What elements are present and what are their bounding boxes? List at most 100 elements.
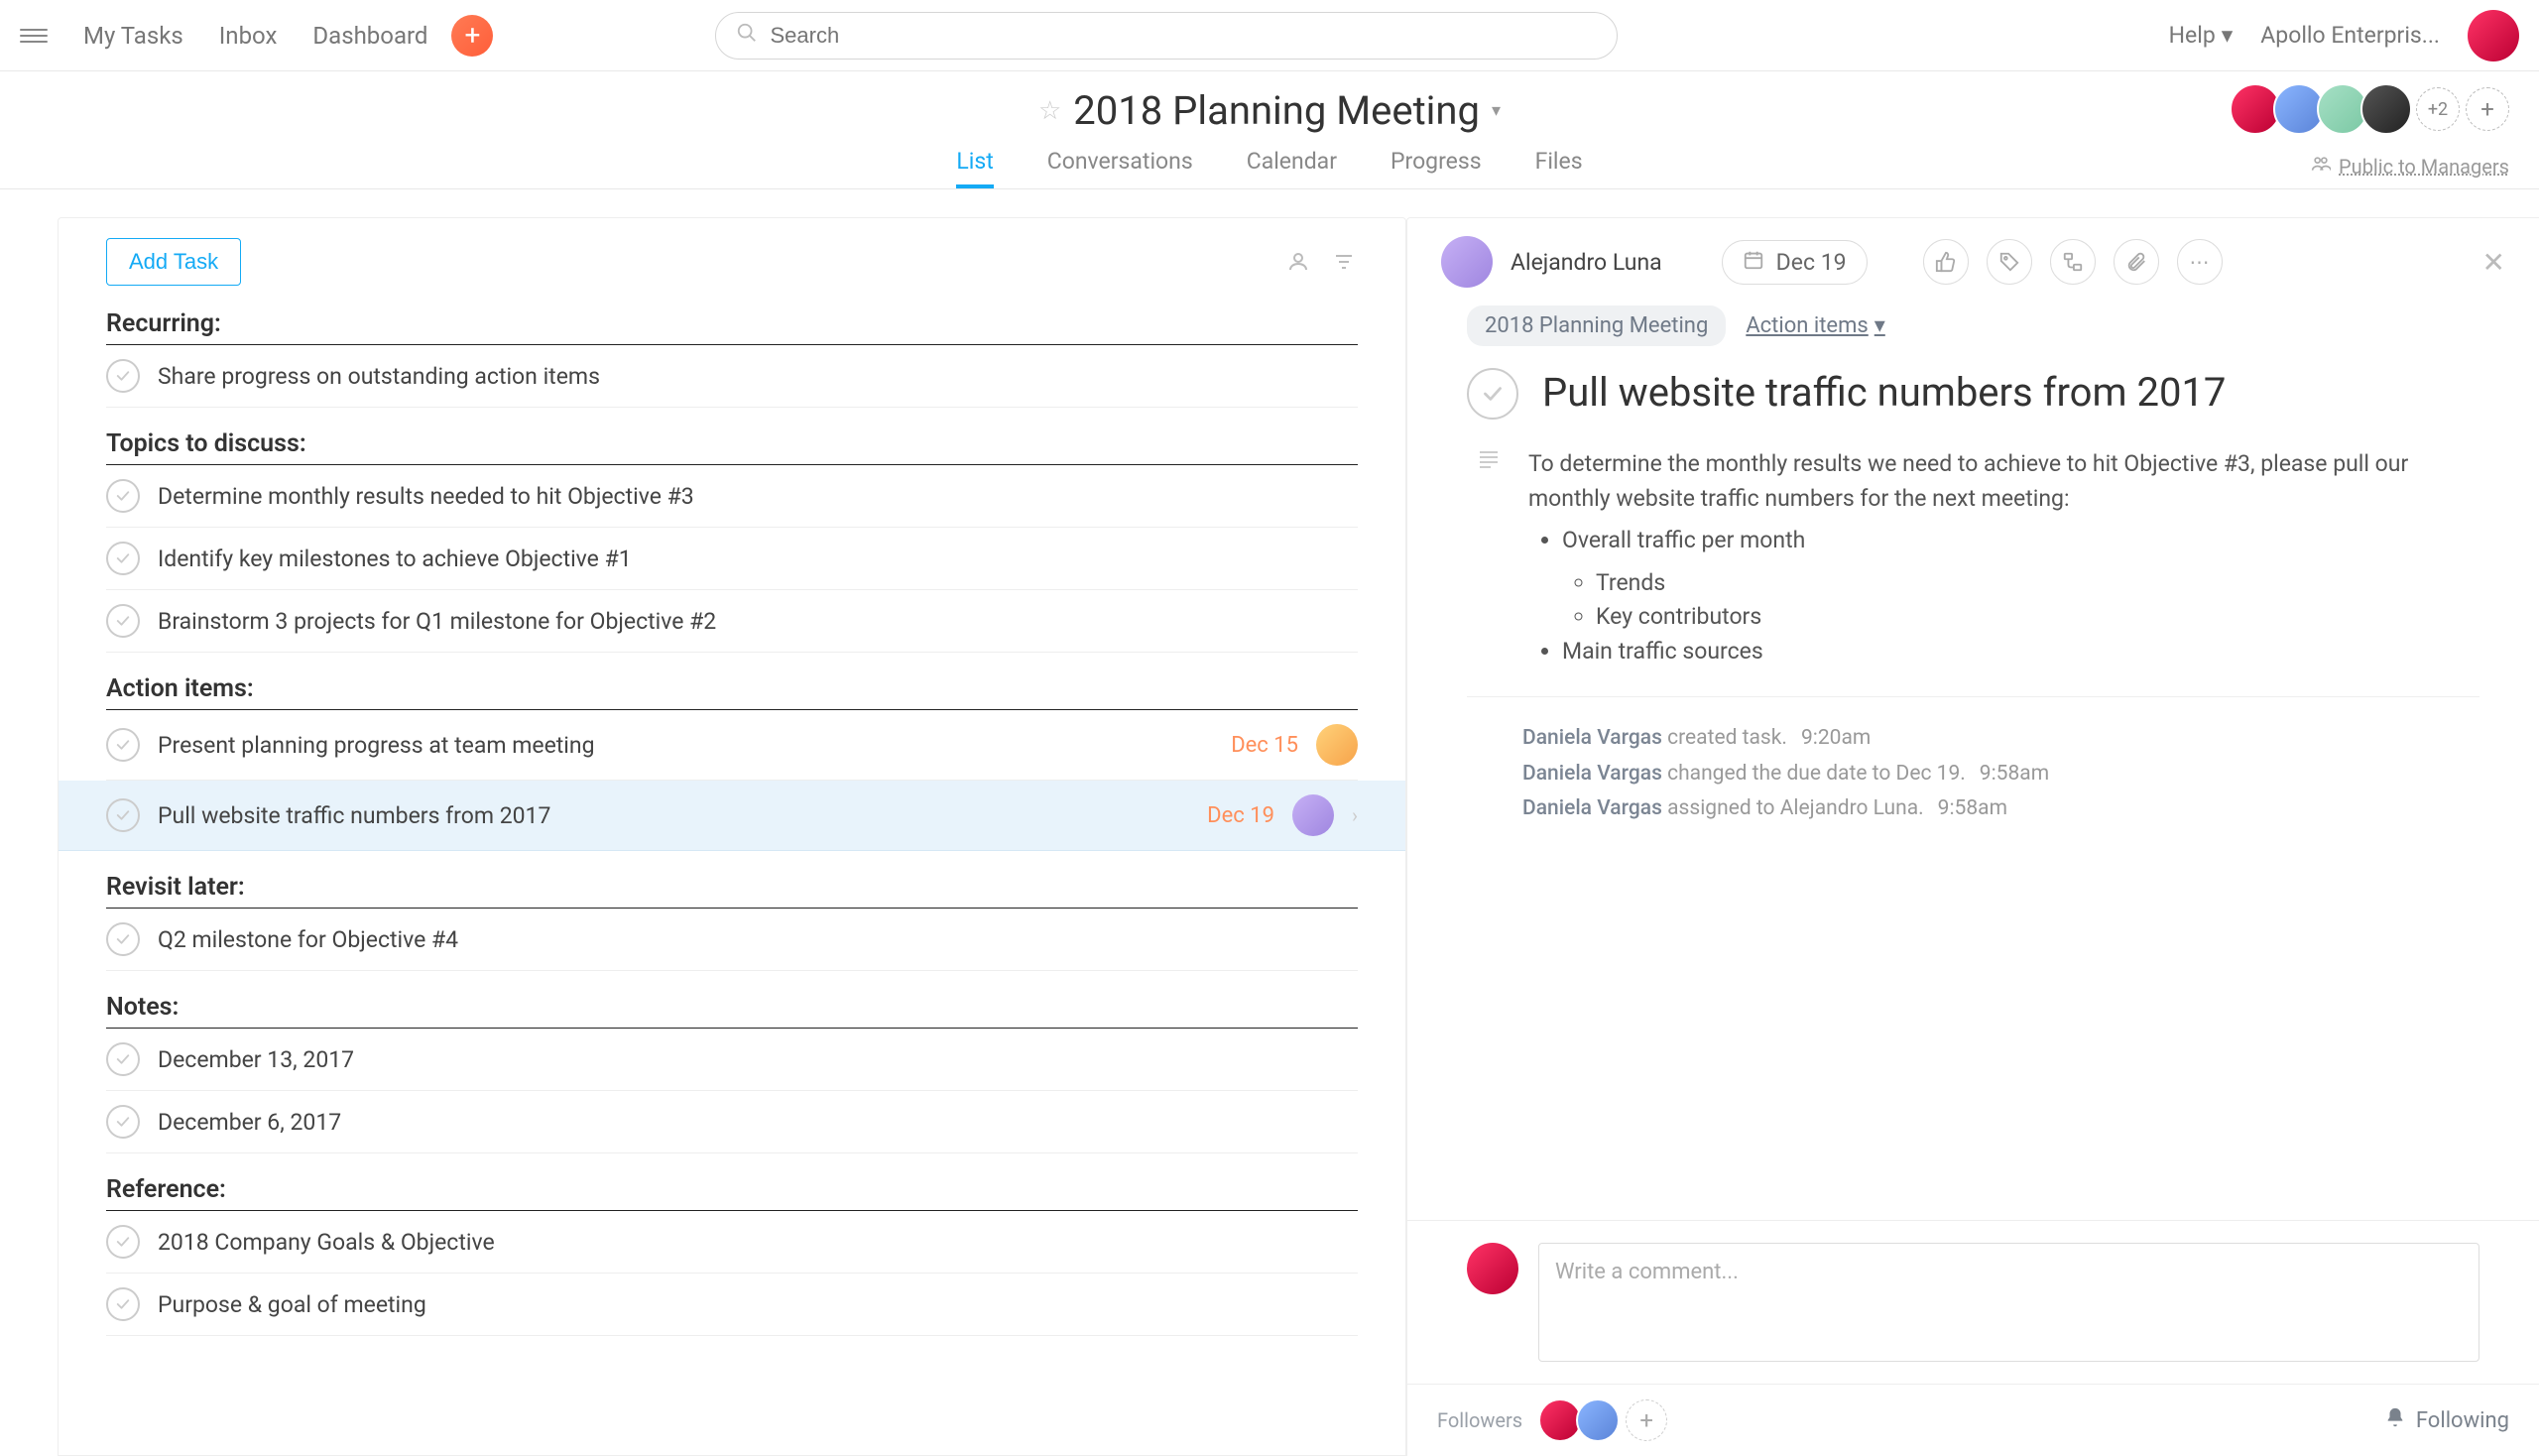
section-title[interactable]: Reference:: [106, 1175, 1358, 1211]
task-title-text: 2018 Company Goals & Objective: [158, 1229, 1358, 1256]
task-due-date: Dec 19: [1207, 803, 1274, 828]
comment-input[interactable]: Write a comment...: [1538, 1243, 2479, 1362]
org-name[interactable]: Apollo Enterpris...: [2260, 22, 2440, 49]
star-icon[interactable]: ☆: [1038, 96, 1061, 126]
task-check[interactable]: [106, 1042, 140, 1076]
due-date-chip[interactable]: Dec 19: [1722, 240, 1868, 285]
filter-icon[interactable]: [1330, 248, 1358, 276]
calendar-icon: [1743, 249, 1764, 275]
section-title[interactable]: Revisit later:: [106, 873, 1358, 909]
section-title[interactable]: Topics to discuss:: [106, 429, 1358, 465]
project-tabs: List Conversations Calendar Progress Fil…: [0, 148, 2539, 188]
tab-conversations[interactable]: Conversations: [1047, 148, 1193, 188]
task-check[interactable]: [106, 1225, 140, 1259]
activity-log: Daniela Vargas created task.9:20am Daniel…: [1467, 721, 2479, 827]
project-pill[interactable]: 2018 Planning Meeting: [1467, 305, 1726, 346]
task-row[interactable]: December 13, 2017: [106, 1029, 1358, 1091]
task-row[interactable]: Determine monthly results needed to hit …: [106, 465, 1358, 528]
add-task-button[interactable]: Add Task: [106, 238, 241, 286]
task-check[interactable]: [106, 479, 140, 513]
list-toolbar: Add Task: [106, 238, 1358, 286]
task-title-text: Identify key milestones to achieve Objec…: [158, 546, 1358, 572]
section-title[interactable]: Action items:: [106, 674, 1358, 710]
task-row[interactable]: Q2 milestone for Objective #4: [106, 909, 1358, 971]
nav-my-tasks[interactable]: My Tasks: [83, 22, 183, 50]
complete-task-check[interactable]: [1467, 368, 1518, 420]
description-icon: [1477, 447, 1505, 668]
project-dropdown-icon[interactable]: ▾: [1492, 100, 1501, 121]
search-box[interactable]: [715, 12, 1618, 60]
more-actions-button[interactable]: ⋯: [2177, 239, 2223, 285]
activity-entry: Daniela Vargas created task.9:20am: [1522, 721, 2479, 757]
task-assignee-avatar[interactable]: [1316, 724, 1358, 766]
subtask-button[interactable]: [2050, 239, 2096, 285]
project-privacy[interactable]: Public to Managers: [2311, 154, 2509, 179]
nav-inbox[interactable]: Inbox: [219, 22, 278, 50]
people-icon: [2311, 154, 2331, 179]
task-title-text: December 13, 2017: [158, 1046, 1358, 1073]
followers-label: Followers: [1437, 1408, 1522, 1432]
hamburger-menu-icon[interactable]: [20, 22, 48, 50]
task-check[interactable]: [106, 922, 140, 956]
task-check[interactable]: [106, 1287, 140, 1321]
following-toggle[interactable]: Following: [2384, 1406, 2509, 1434]
task-title[interactable]: Pull website traffic numbers from 2017: [1542, 368, 2226, 418]
add-follower-button[interactable]: +: [1626, 1399, 1667, 1441]
section-title[interactable]: Notes:: [106, 993, 1358, 1029]
task-check[interactable]: [106, 1105, 140, 1139]
task-title-text: Pull website traffic numbers from 2017: [158, 802, 1189, 829]
follower-avatar[interactable]: [1576, 1398, 1620, 1442]
help-menu[interactable]: Help▾: [2169, 22, 2234, 49]
tab-progress[interactable]: Progress: [1390, 148, 1482, 188]
comment-area: Write a comment...: [1407, 1220, 2539, 1384]
assignee-name[interactable]: Alejandro Luna: [1511, 249, 1662, 276]
task-row[interactable]: 2018 Company Goals & Objective: [106, 1211, 1358, 1274]
task-check[interactable]: [106, 604, 140, 638]
section-title[interactable]: Recurring:: [106, 309, 1358, 345]
task-assignee-avatar[interactable]: [1292, 794, 1334, 836]
project-title[interactable]: 2018 Planning Meeting: [1073, 87, 1480, 134]
assignee-filter-icon[interactable]: [1284, 248, 1312, 276]
detail-header: Alejandro Luna Dec 19: [1407, 218, 2539, 305]
collaborator-avatar[interactable]: [2360, 83, 2412, 135]
tab-files[interactable]: Files: [1535, 148, 1583, 188]
chevron-down-icon: ▾: [2222, 22, 2234, 49]
like-button[interactable]: [1923, 239, 1969, 285]
task-row[interactable]: December 6, 2017: [106, 1091, 1358, 1153]
tab-list[interactable]: List: [956, 148, 993, 188]
attachment-button[interactable]: [2114, 239, 2159, 285]
nav-dashboard[interactable]: Dashboard: [312, 22, 427, 50]
task-row[interactable]: Brainstorm 3 projects for Q1 milestone f…: [106, 590, 1358, 653]
task-row[interactable]: Identify key milestones to achieve Objec…: [106, 528, 1358, 590]
commenter-avatar: [1467, 1243, 1518, 1294]
content: Add Task Recurring: Share progress on out…: [0, 189, 2539, 1456]
topnav: My Tasks Inbox Dashboard: [83, 22, 427, 50]
close-detail-button[interactable]: ✕: [2482, 246, 2505, 279]
add-collaborator-button[interactable]: +: [2466, 87, 2509, 131]
tag-button[interactable]: [1987, 239, 2032, 285]
user-avatar[interactable]: [2468, 10, 2519, 61]
task-check[interactable]: [106, 359, 140, 393]
assignee-avatar[interactable]: [1441, 236, 1493, 288]
section-link[interactable]: Action items ▾: [1746, 313, 1884, 338]
task-list-pane: Add Task Recurring: Share progress on out…: [18, 189, 1406, 1456]
task-title-text: Purpose & goal of meeting: [158, 1291, 1358, 1318]
task-row[interactable]: Pull website traffic numbers from 2017 De…: [59, 781, 1405, 851]
task-row[interactable]: Present planning progress at team meetin…: [106, 710, 1358, 781]
task-title-text: Share progress on outstanding action ite…: [158, 363, 1358, 390]
task-title-text: Q2 milestone for Objective #4: [158, 926, 1358, 953]
detail-footer: Followers + Following: [1407, 1384, 2539, 1456]
search-input[interactable]: [770, 23, 1597, 49]
collaborators-more[interactable]: +2: [2416, 87, 2460, 131]
task-row[interactable]: Share progress on outstanding action ite…: [106, 345, 1358, 408]
tab-calendar[interactable]: Calendar: [1247, 148, 1337, 188]
task-title-text: Present planning progress at team meetin…: [158, 732, 1213, 759]
create-new-button[interactable]: +: [451, 15, 493, 57]
task-check[interactable]: [106, 798, 140, 832]
due-date-text: Dec 19: [1776, 249, 1847, 276]
task-description[interactable]: To determine the monthly results we need…: [1528, 447, 2479, 668]
task-row[interactable]: Purpose & goal of meeting: [106, 1274, 1358, 1336]
activity-entry: Daniela Vargas assigned to Alejandro Lun…: [1522, 791, 2479, 827]
task-check[interactable]: [106, 542, 140, 575]
task-check[interactable]: [106, 728, 140, 762]
